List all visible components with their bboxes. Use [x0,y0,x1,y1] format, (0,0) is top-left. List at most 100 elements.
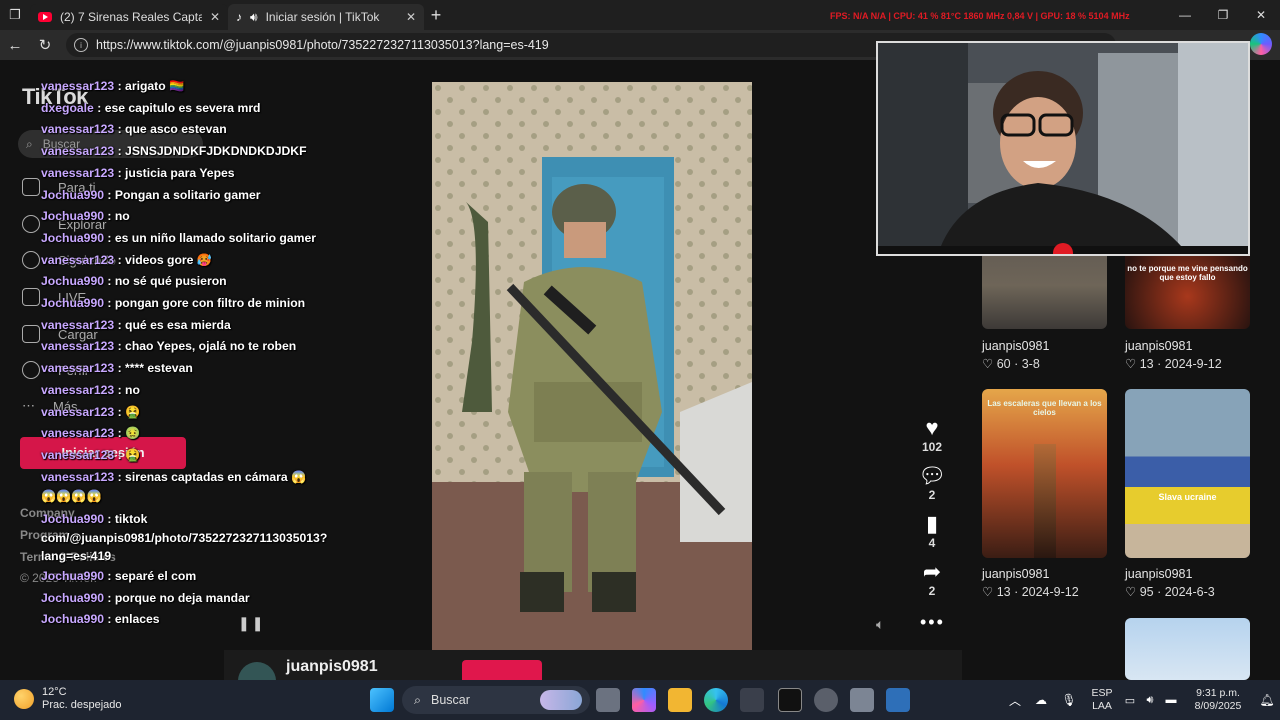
grid-thumbnail[interactable]: Slava ucraine [1125,389,1250,558]
window-controls: — ❐ ✕ [1166,0,1280,30]
weather-temp: 12°C [42,686,67,698]
refresh-button[interactable]: ↻ [30,36,60,54]
more-options-icon[interactable]: ••• [920,612,945,633]
close-window-button[interactable]: ✕ [1242,0,1280,30]
chat-message: vanessar123 : justicia para Yepes [41,165,235,180]
volume-tray-icon[interactable]: 🔊︎ [1140,694,1160,707]
file-explorer-icon[interactable] [668,688,692,712]
search-icon: ⌕ [414,692,422,707]
grid-thumbnail[interactable] [1125,618,1250,680]
search-highlight-icon[interactable] [540,690,582,710]
close-icon[interactable]: ✕ [210,10,220,24]
chat-message: Jochua990 : enlaces [41,612,160,627]
close-icon[interactable]: ✕ [406,10,416,24]
maximize-button[interactable]: ❐ [1204,0,1242,30]
tab-tiktok[interactable]: ♪ 🔊︎ Iniciar sesión | TikTok ✕ [228,4,424,30]
chat-message: vanessar123 : chao Yepes, ojalá no te ro… [41,339,297,354]
avatar[interactable] [238,662,276,680]
chat-message: vanessar123 : **** estevan [41,361,193,376]
volume-icon[interactable]: 🔈︎ [876,616,884,633]
comment-button[interactable]: 💬︎ 2 [912,463,952,503]
weather-widget[interactable]: 12°C Prac. despejado [14,686,122,712]
chat-message: vanessar123 : no [41,382,140,397]
live-icon [22,288,40,306]
home-icon [22,178,40,196]
back-button[interactable]: ← [0,37,30,54]
compass-icon [22,215,40,233]
language-indicator[interactable]: ESP LAA [1084,687,1120,713]
chat-message: dxegoale : ese capitulo es severa mrd [41,100,261,115]
grid-author[interactable]: juanpis0981 [982,567,1049,581]
notification-bell-icon[interactable]: 🔔︎ [1254,693,1280,707]
start-icon[interactable] [370,688,394,712]
comment-icon: 💬︎ [918,463,946,488]
cloud-icon[interactable]: ☁ [1028,693,1054,707]
minimize-button[interactable]: — [1166,0,1204,30]
url-text: https://www.tiktok.com/@juanpis0981/phot… [96,38,549,52]
network-icon[interactable]: ▭ [1120,694,1140,707]
save-button[interactable]: ▮ 4 [912,511,952,551]
chat-message: Jochua990 : separé el com [41,569,197,583]
grid-author[interactable]: juanpis0981 [1125,567,1192,581]
bookmark-icon: ▮ [925,511,939,536]
users-icon [22,251,40,269]
new-tab-button[interactable]: + [424,5,448,26]
weather-icon [14,689,34,709]
chat-message: vanessar123 : 🤮 [41,447,141,462]
chat-message: Jochua990 : es un niño llamado solitario… [41,230,316,245]
chat-message: vanessar123 : JSNSJDNDKFJDKDNDKDJDKF [41,144,307,159]
share-icon: ➦ [922,559,942,584]
chat-message: vanessar123 : 🤢 [41,426,141,441]
chevron-up-icon[interactable]: ︿ [1002,692,1028,709]
speaker-icon[interactable]: 🔊︎ [250,10,258,25]
edge-icon[interactable] [704,688,728,712]
obs-icon[interactable] [814,688,838,712]
thumbnail-caption: Las escaleras que llevan a los cielos [987,399,1102,417]
taskbar-search-placeholder: Buscar [431,693,470,707]
grid-stats: ♡ 60 · 3-8 [982,357,1040,371]
screen: ❐ (2) 7 Sirenas Reales Captados en ... ✕… [0,0,1280,720]
copilot-icon[interactable] [1250,33,1272,55]
grid-author[interactable]: juanpis0981 [1125,339,1192,353]
microphone-icon[interactable]: 🎙︎ [1054,693,1084,707]
heart-icon: ♥ [925,415,939,440]
store-icon[interactable] [740,688,764,712]
grid-thumbnail[interactable]: Las escaleras que llevan a los cielos [982,389,1107,558]
clock[interactable]: 9:31 p.m. 8/09/2025 [1182,687,1254,713]
grid-stats: ♡ 95 · 2024-6-3 [1125,585,1215,599]
copilot-app-icon[interactable] [632,688,656,712]
battery-icon[interactable]: ▬ [1160,694,1182,706]
thumbnail-caption: no te porque me vine pensando que estoy … [1127,264,1248,282]
chat-message: vanessar123 : videos gore 🥵 [41,252,213,267]
like-button[interactable]: ♥ 102 [912,415,952,455]
tab-youtube[interactable]: (2) 7 Sirenas Reales Captados en ... ✕ [30,4,228,30]
pause-icon[interactable]: ❚❚ [238,615,265,632]
post-photo[interactable] [432,82,752,651]
share-button[interactable]: ➦ 2 [912,559,952,599]
follow-button[interactable] [462,660,542,680]
system-tray: ︿ ☁ 🎙︎ ESP LAA ▭ 🔊︎ ▬ 9:31 p.m. 8/09/202… [1002,680,1280,720]
weather-desc: Prac. despejado [42,699,122,711]
staircase-shape [1034,444,1056,558]
profile-icon [22,361,40,379]
tab-actions-icon[interactable]: ❐ [0,0,30,30]
soldier-photo-image [432,82,752,651]
photos-icon[interactable] [886,688,910,712]
chat-message: Jochua990 : no sé qué pusieron [41,274,227,289]
grid-author[interactable]: juanpis0981 [982,339,1049,353]
tab-title: (2) 7 Sirenas Reales Captados en ... [60,10,202,24]
chat-message: Jochua990 : tiktok com/@juanpis0981/phot… [41,512,328,563]
settings-icon[interactable] [850,688,874,712]
site-info-icon[interactable]: i [74,38,88,52]
task-view-icon[interactable] [596,688,620,712]
chat-message: Jochua990 : no [41,209,130,224]
chat-message: Jochua990 : porque no deja mandar [41,590,250,605]
author-name[interactable]: juanpis0981 [286,658,378,676]
search-icon: ⌕ [26,136,33,151]
browser-tab-bar: ❐ (2) 7 Sirenas Reales Captados en ... ✕… [0,0,1280,30]
performance-overlay: FPS: N/A N/A | CPU: 41 % 81°C 1860 MHz 0… [830,11,1130,21]
capcut-icon[interactable] [778,688,802,712]
like-count: 102 [921,440,943,454]
grid-stats: ♡ 13 · 2024-9-12 [982,585,1079,599]
tiktok-icon: ♪ [236,10,242,24]
